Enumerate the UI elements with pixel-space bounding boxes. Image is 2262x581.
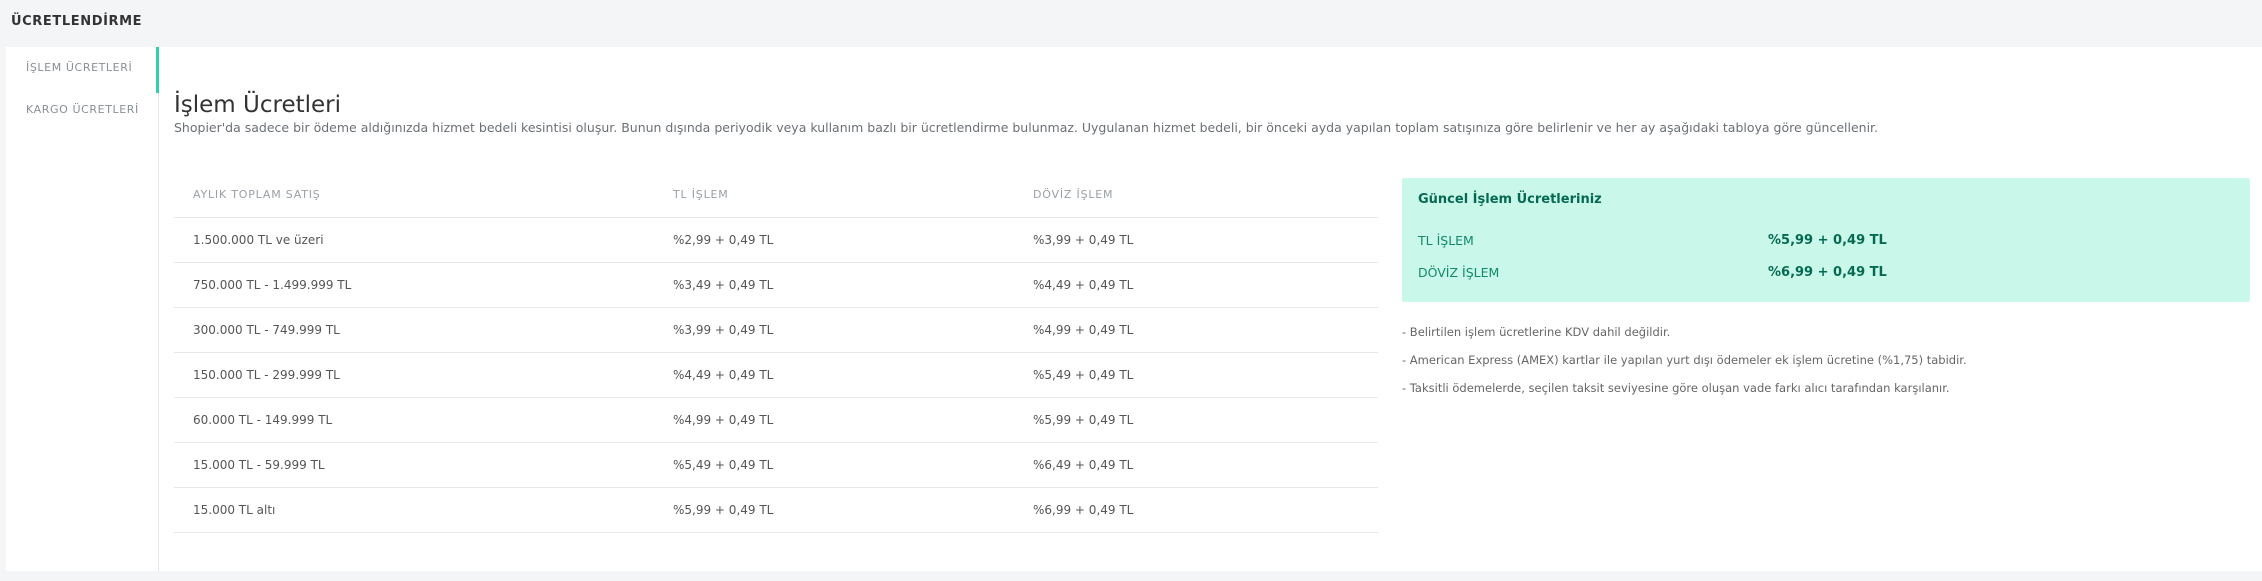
table-row: 15.000 TL - 59.999 TL %5,49 + 0,49 TL %6… [174, 443, 1378, 488]
tl-fee-cell: %3,49 + 0,49 TL [673, 278, 774, 292]
current-fx-label: DÖVİZ İŞLEM [1418, 265, 1500, 280]
tl-fee-cell: %5,49 + 0,49 TL [673, 458, 774, 472]
current-tl-label: TL İŞLEM [1418, 233, 1474, 248]
page-description: Shopier'da sadece bir ödeme aldığınızda … [174, 120, 1879, 135]
current-tl-value: %5,99 + 0,49 TL [1768, 233, 1887, 248]
tl-fee-cell: %2,99 + 0,49 TL [673, 233, 774, 247]
tl-fee-cell: %4,49 + 0,49 TL [673, 368, 774, 382]
fx-fee-cell: %6,49 + 0,49 TL [1033, 458, 1134, 472]
tl-fee-cell: %3,99 + 0,49 TL [673, 323, 774, 337]
page-header-title: ÜCRETLENDİRME [11, 14, 143, 29]
sales-range-cell: 60.000 TL - 149.999 TL [193, 413, 333, 427]
sidebar-item-kargo-ucretleri[interactable]: KARGO ÜCRETLERİ [6, 89, 158, 129]
note-item: - Taksitli ödemelerde, seçilen taksit se… [1402, 381, 1950, 395]
sidebar-item-label: İŞLEM ÜCRETLERİ [26, 61, 133, 74]
fx-fee-cell: %6,99 + 0,49 TL [1033, 503, 1134, 517]
sidebar: İŞLEM ÜCRETLERİ KARGO ÜCRETLERİ [6, 47, 159, 571]
sidebar-item-label: KARGO ÜCRETLERİ [26, 103, 139, 116]
table-row: 750.000 TL - 1.499.999 TL %3,49 + 0,49 T… [174, 263, 1378, 308]
fx-fee-cell: %5,99 + 0,49 TL [1033, 413, 1134, 427]
current-fx-value: %6,99 + 0,49 TL [1768, 265, 1887, 280]
current-fees-title: Güncel İşlem Ücretleriniz [1418, 192, 1602, 207]
table-header-row: AYLIK TOPLAM SATIŞ TL İŞLEM DÖVİZ İŞLEM [174, 175, 1378, 218]
column-header-fx: DÖVİZ İŞLEM [1033, 188, 1114, 201]
table-row: 1.500.000 TL ve üzeri %2,99 + 0,49 TL %3… [174, 218, 1378, 263]
table-row: 150.000 TL - 299.999 TL %4,49 + 0,49 TL … [174, 353, 1378, 398]
tl-fee-cell: %4,99 + 0,49 TL [673, 413, 774, 427]
sales-range-cell: 1.500.000 TL ve üzeri [193, 233, 324, 247]
sales-range-cell: 300.000 TL - 749.999 TL [193, 323, 340, 337]
page-title: İşlem Ücretleri [174, 92, 342, 119]
table-row: 15.000 TL altı %5,99 + 0,49 TL %6,99 + 0… [174, 488, 1378, 533]
content-panel: İŞLEM ÜCRETLERİ KARGO ÜCRETLERİ İşlem Üc… [6, 47, 2262, 571]
table-row: 300.000 TL - 749.999 TL %3,99 + 0,49 TL … [174, 308, 1378, 353]
fx-fee-cell: %3,99 + 0,49 TL [1033, 233, 1134, 247]
sales-range-cell: 15.000 TL altı [193, 503, 276, 517]
fx-fee-cell: %4,99 + 0,49 TL [1033, 323, 1134, 337]
note-item: - Belirtilen işlem ücretlerine KDV dahil… [1402, 325, 1671, 339]
table-row: 60.000 TL - 149.999 TL %4,99 + 0,49 TL %… [174, 398, 1378, 443]
column-header-monthly-sales: AYLIK TOPLAM SATIŞ [193, 188, 321, 201]
note-item: - American Express (AMEX) kartlar ile ya… [1402, 353, 1967, 367]
sales-range-cell: 15.000 TL - 59.999 TL [193, 458, 325, 472]
fx-fee-cell: %5,49 + 0,49 TL [1033, 368, 1134, 382]
sidebar-item-islem-ucretleri[interactable]: İŞLEM ÜCRETLERİ [6, 47, 159, 93]
current-fees-card: Güncel İşlem Ücretleriniz TL İŞLEM %5,99… [1402, 178, 2250, 302]
fx-fee-cell: %4,49 + 0,49 TL [1033, 278, 1134, 292]
fee-notes: - Belirtilen işlem ücretlerine KDV dahil… [1402, 324, 2250, 408]
sales-range-cell: 150.000 TL - 299.999 TL [193, 368, 340, 382]
column-header-tl: TL İŞLEM [673, 188, 729, 201]
fee-table: AYLIK TOPLAM SATIŞ TL İŞLEM DÖVİZ İŞLEM … [174, 175, 1378, 533]
top-bar: ÜCRETLENDİRME [0, 0, 2262, 44]
tl-fee-cell: %5,99 + 0,49 TL [673, 503, 774, 517]
sales-range-cell: 750.000 TL - 1.499.999 TL [193, 278, 352, 292]
